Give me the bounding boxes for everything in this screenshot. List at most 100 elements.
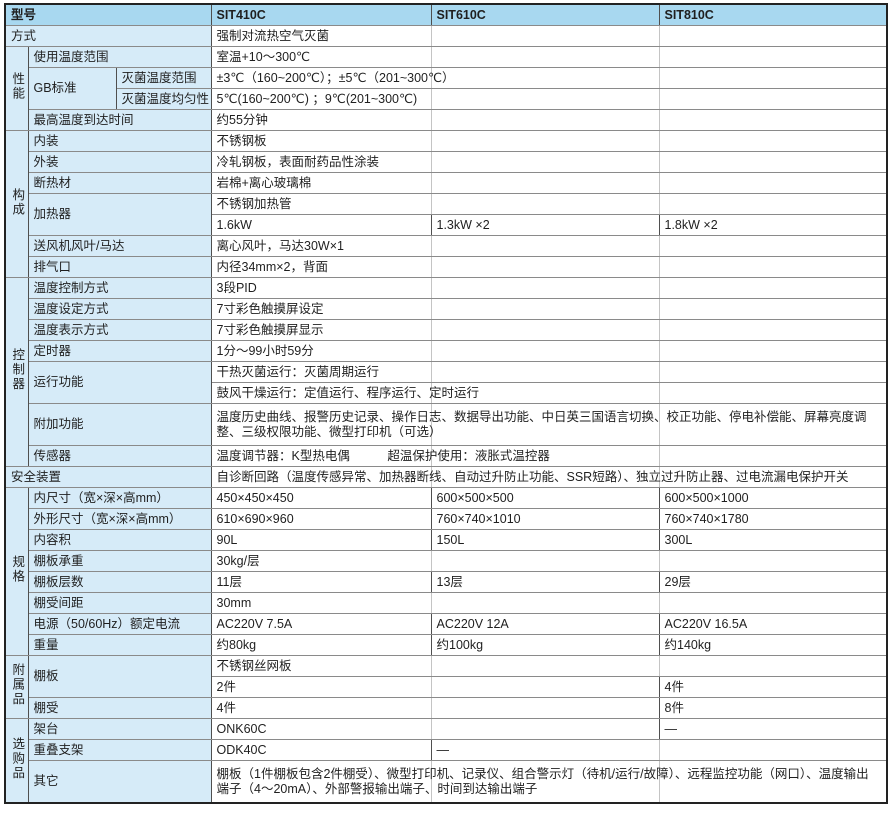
capacity-row: 内容积 90L 150L 300L [5, 530, 887, 551]
temp-setting-label: 温度设定方式 [28, 299, 211, 320]
exterior-row: 外装 冷轧钢板，表面耐药品性涂装 [5, 152, 887, 173]
other-row: 其它 棚板（1件棚板包含2件棚受）、微型打印机、记录仪、组合警示灯（待机/运行/… [5, 761, 887, 804]
construction-group-label: 构成 [5, 131, 28, 278]
performance-group-label: 性能 [5, 47, 28, 131]
shelf-support-row: 棚受 4件 8件 [5, 698, 887, 719]
max-temp-time-row: 最高温度到达时间 约55分钟 [5, 110, 887, 131]
operation-dry-heat-row: 运行功能 干热灭菌运行：灭菌周期运行 [5, 362, 887, 383]
capacity-sit610c: 150L [431, 530, 659, 551]
temp-control-row: 控制器 温度控制方式 3段PID [5, 278, 887, 299]
fan-motor-label: 送风机风叶/马达 [28, 236, 211, 257]
shelf-load-value: 30kg/层 [211, 551, 887, 572]
heater-label: 加热器 [28, 194, 211, 236]
temp-control-value: 3段PID [211, 278, 887, 299]
accessories-group-label: 附属品 [5, 656, 28, 719]
header-row: 型号 SIT410C SIT610C SIT810C [5, 4, 887, 26]
exterior-label: 外装 [28, 152, 211, 173]
insulation-label: 断热材 [28, 173, 211, 194]
weight-sit410c: 约80kg [211, 635, 431, 656]
model-row-label: 型号 [5, 4, 211, 26]
outer-dim-sit410c: 610×690×960 [211, 509, 431, 530]
capacity-sit810c: 300L [659, 530, 887, 551]
shelf-load-label: 棚板承重 [28, 551, 211, 572]
gb-uniformity-label: 灭菌温度均匀性 [116, 89, 211, 110]
shelf-pitch-value: 30mm [211, 593, 887, 614]
weight-sit610c: 约100kg [431, 635, 659, 656]
heater-value-sit410c: 1.6kW [211, 215, 431, 236]
temp-control-label: 温度控制方式 [28, 278, 211, 299]
operation-blast-dry-value: 鼓风干燥运行：定值运行、程序运行、定时运行 [211, 383, 887, 404]
method-value: 强制对流热空气灭菌 [211, 26, 887, 47]
optional-group-label: 选购品 [5, 719, 28, 804]
weight-sit810c: 约140kg [659, 635, 887, 656]
stand-row: 选购品 架台 ONK60C — [5, 719, 887, 740]
safety-row: 安全装置 自诊断回路（温度传感异常、加热器断线、自动过升防止功能、SSR短路）、… [5, 467, 887, 488]
safety-label: 安全装置 [5, 467, 211, 488]
heater-type-value: 不锈钢加热管 [211, 194, 887, 215]
timer-label: 定时器 [28, 341, 211, 362]
outer-dim-label: 外形尺寸（宽×深×高mm） [28, 509, 211, 530]
method-row: 方式 强制对流热空气灭菌 [5, 26, 887, 47]
shelf-qty-sit410-610: 2件 [211, 677, 659, 698]
additional-functions-value: 温度历史曲线、报警历史记录、操作日志、数据导出功能、中日英三国语言切换、校正功能… [211, 404, 887, 446]
weight-label: 重量 [28, 635, 211, 656]
shelf-layers-sit410c: 11层 [211, 572, 431, 593]
safety-value: 自诊断回路（温度传感异常、加热器断线、自动过升防止功能、SSR短路）、独立过升防… [211, 467, 887, 488]
power-sit810c: AC220V 16.5A [659, 614, 887, 635]
specs-group-label: 规格 [5, 488, 28, 656]
heater-value-sit810c: 1.8kW ×2 [659, 215, 887, 236]
interior-row: 构成 内装 不锈钢板 [5, 131, 887, 152]
interior-value: 不锈钢板 [211, 131, 887, 152]
insulation-value: 岩棉+离心玻璃棉 [211, 173, 887, 194]
use-temp-range-value: 室温+10～300℃ [211, 47, 887, 68]
stacking-bracket-sit610-810: — [431, 740, 887, 761]
gb-uniformity-value: 5℃(160~200℃) ；9℃(201~300℃) [211, 89, 887, 110]
interior-label: 内装 [28, 131, 211, 152]
method-label: 方式 [5, 26, 211, 47]
temp-display-row: 温度表示方式 7寸彩色触摸屏显示 [5, 320, 887, 341]
other-value: 棚板（1件棚板包含2件棚受）、微型打印机、记录仪、组合警示灯（待机/运行/故障）… [211, 761, 887, 804]
temp-display-label: 温度表示方式 [28, 320, 211, 341]
temp-display-value: 7寸彩色触摸屏显示 [211, 320, 887, 341]
gb-uniformity-row: 灭菌温度均匀性 5℃(160~200℃) ；9℃(201~300℃) [5, 89, 887, 110]
gb-sterilize-range-value: ±3℃（160~200℃）；±5℃（201~300℃） [211, 68, 887, 89]
model-sit810c: SIT810C [659, 4, 887, 26]
model-sit610c: SIT610C [431, 4, 659, 26]
gb-sterilize-range-row: GB标准 灭菌温度范围 ±3℃（160~200℃）；±5℃（201~300℃） [5, 68, 887, 89]
stand-label: 架台 [28, 719, 211, 740]
outer-dim-sit610c: 760×740×1010 [431, 509, 659, 530]
power-sit610c: AC220V 12A [431, 614, 659, 635]
controller-group-label: 控制器 [5, 278, 28, 467]
operation-dry-heat-value: 干热灭菌运行：灭菌周期运行 [211, 362, 887, 383]
shelf-layers-row: 棚板层数 11层 13层 29层 [5, 572, 887, 593]
heater-value-sit610c: 1.3kW ×2 [431, 215, 659, 236]
use-temp-range-row: 性能 使用温度范围 室温+10～300℃ [5, 47, 887, 68]
outer-dim-sit810c: 760×740×1780 [659, 509, 887, 530]
temp-setting-value: 7寸彩色触摸屏设定 [211, 299, 887, 320]
model-sit410c: SIT410C [211, 4, 431, 26]
capacity-label: 内容积 [28, 530, 211, 551]
gb-standard-label: GB标准 [28, 68, 116, 110]
shelf-layers-label: 棚板层数 [28, 572, 211, 593]
outer-dim-row: 外形尺寸（宽×深×高mm） 610×690×960 760×740×1010 7… [5, 509, 887, 530]
stand-value-sit410-610: ONK60C [211, 719, 659, 740]
shelf-pitch-row: 棚受间距 30mm [5, 593, 887, 614]
capacity-sit410c: 90L [211, 530, 431, 551]
shelf-load-row: 棚板承重 30kg/层 [5, 551, 887, 572]
temp-setting-row: 温度设定方式 7寸彩色触摸屏设定 [5, 299, 887, 320]
shelf-layers-sit610c: 13层 [431, 572, 659, 593]
stacking-bracket-label: 重叠支架 [28, 740, 211, 761]
inner-dim-sit410c: 450×450×450 [211, 488, 431, 509]
additional-functions-label: 附加功能 [28, 404, 211, 446]
gb-sterilize-range-label: 灭菌温度范围 [116, 68, 211, 89]
sensor-row: 传感器 温度调节器：K型热电偶 超温保护使用：液胀式温控器 [5, 446, 887, 467]
spec-table: 型号 SIT410C SIT610C SIT810C 方式 强制对流热空气灭菌 … [4, 3, 888, 804]
inner-dim-row: 规格 内尺寸（宽×深×高mm） 450×450×450 600×500×500 … [5, 488, 887, 509]
insulation-row: 断热材 岩棉+离心玻璃棉 [5, 173, 887, 194]
operation-label: 运行功能 [28, 362, 211, 404]
weight-row: 重量 约80kg 约100kg 约140kg [5, 635, 887, 656]
power-row: 电源（50/60Hz）额定电流 AC220V 7.5A AC220V 12A A… [5, 614, 887, 635]
max-temp-time-value: 约55分钟 [211, 110, 887, 131]
inner-dim-label: 内尺寸（宽×深×高mm） [28, 488, 211, 509]
power-sit410c: AC220V 7.5A [211, 614, 431, 635]
